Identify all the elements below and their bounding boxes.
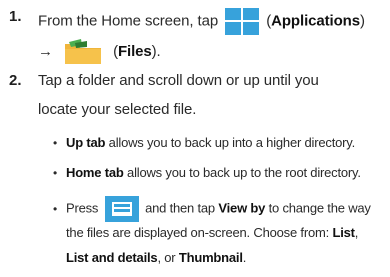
step-2-number: 2. bbox=[9, 72, 22, 89]
files-label: Files bbox=[117, 42, 152, 60]
bullet-dot: • bbox=[53, 166, 58, 180]
view-by-label: View by bbox=[218, 200, 266, 216]
step-1-number: 1. bbox=[9, 8, 22, 25]
step-2-line-1: Tap a folder and scroll down or up until… bbox=[38, 72, 319, 89]
step-1-text: From the Home screen, tap bbox=[38, 12, 219, 30]
bullet-press-menu-line-1: Press and then tap View by to change the… bbox=[66, 196, 371, 222]
bullet-home-tab: Home tab allows you to back up to the ro… bbox=[66, 165, 361, 180]
option-list: List bbox=[332, 225, 355, 240]
up-tab-label: Up tab bbox=[66, 135, 106, 150]
bullet-dot: • bbox=[53, 136, 58, 150]
bullet-dot: • bbox=[53, 202, 58, 216]
bullet-press-menu-line-2: the files are displayed on-screen. Choos… bbox=[66, 225, 359, 240]
option-thumbnail: Thumbnail bbox=[178, 250, 243, 265]
step-1-line-1: From the Home screen, tap (Applications) bbox=[38, 8, 365, 35]
option-list-and-details: List and details bbox=[66, 250, 158, 265]
step-2-line-2: locate your selected file. bbox=[38, 101, 197, 118]
files-folder-icon bbox=[61, 39, 105, 65]
menu-icon bbox=[104, 196, 139, 222]
applications-label: Applications bbox=[271, 12, 360, 30]
applications-grid-icon bbox=[225, 8, 260, 35]
step-1-line-2: → (Files). bbox=[38, 39, 161, 65]
arrow-symbol: → bbox=[38, 42, 53, 60]
bullet-press-menu-line-3: List and details, or Thumbnail. bbox=[66, 250, 247, 265]
bullet-up-tab: Up tab allows you to back up into a high… bbox=[66, 135, 356, 150]
home-tab-label: Home tab bbox=[66, 165, 124, 180]
